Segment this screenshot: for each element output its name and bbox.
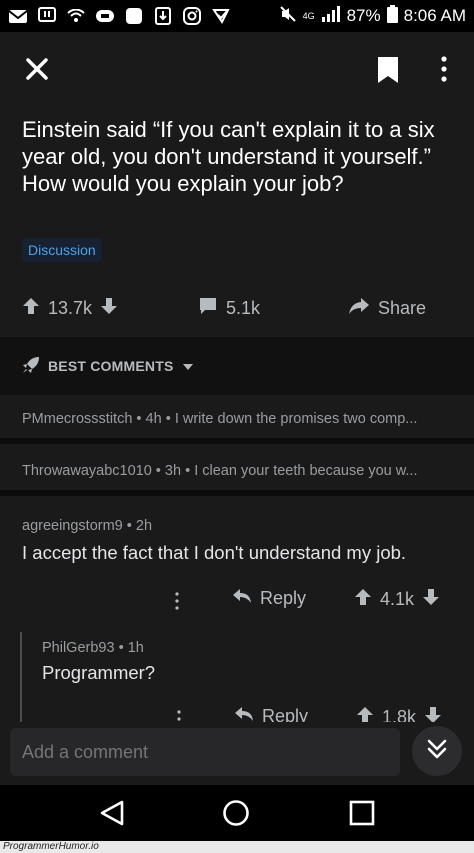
post-flair[interactable]: Discussion	[22, 238, 102, 262]
post-comment-count: 5.1k	[226, 297, 261, 318]
battery-icon	[386, 4, 398, 28]
add-comment-input[interactable]	[10, 728, 400, 776]
comment-bubble-icon	[198, 297, 218, 320]
comment-body: Programmer?	[42, 662, 156, 683]
collapsed-comment[interactable]: PMmecrossstitch • 4h • I write down the …	[0, 400, 474, 444]
back-icon[interactable]	[98, 799, 126, 832]
comment-meta: PhilGerb93 • 1h	[42, 640, 144, 656]
status-bar: 4G 87% 8:06 AM	[0, 0, 474, 32]
signal-icon	[321, 5, 341, 27]
share-label: Share	[378, 297, 427, 318]
downvote-icon[interactable]	[100, 297, 118, 320]
wifi-icon	[66, 7, 86, 25]
post-title: Einstein said “If you can't explain it t…	[22, 117, 435, 196]
comment-vote-count: 4.1k	[380, 589, 415, 609]
clock: 8:06 AM	[403, 6, 466, 25]
comment-composer	[0, 722, 474, 785]
comment-preview: I clean your teeth because you w...	[194, 463, 418, 479]
post-actions: 13.7k 5.1k Share	[0, 287, 474, 329]
download-icon	[153, 7, 173, 25]
comment-author[interactable]: PhilGerb93	[42, 640, 115, 656]
comment-author[interactable]: Throwawayabc1010	[22, 463, 152, 479]
post-vote-control: 13.7k	[22, 297, 118, 320]
double-chevron-down-icon	[425, 737, 449, 766]
close-icon[interactable]	[22, 54, 52, 84]
watermark: ProgrammerHumor.io	[0, 841, 474, 853]
gmail-icon	[8, 7, 28, 25]
reddit-post-view: Einstein said “If you can't explain it t…	[0, 32, 474, 785]
mute-icon	[279, 5, 297, 28]
comment-author[interactable]: agreeingstorm9	[22, 518, 123, 534]
share-button[interactable]: Share	[348, 297, 426, 320]
collapsed-comment[interactable]: Throwawayabc1010 • 3h • I clean your tee…	[0, 452, 474, 496]
comment-age: 2h	[135, 518, 153, 534]
system-nav-bar	[0, 785, 474, 841]
comment-preview: I write down the promises two comp...	[174, 411, 418, 427]
comment-age: 3h	[164, 463, 182, 479]
upvote-icon[interactable]	[22, 297, 40, 320]
sort-label: BEST COMMENTS	[48, 358, 174, 374]
notification-icons	[8, 7, 231, 25]
bookmark-icon[interactable]	[376, 56, 400, 84]
downvote-icon[interactable]	[422, 588, 440, 611]
upvote-icon[interactable]	[354, 588, 372, 611]
post-vote-count: 13.7k	[48, 297, 93, 318]
chevron-down-icon	[182, 358, 194, 374]
network-label: 4G	[302, 10, 315, 21]
system-status: 4G 87% 8:06 AM	[279, 4, 466, 28]
top-bar	[0, 32, 474, 106]
comment-meta: agreeingstorm9 • 2h	[22, 518, 153, 534]
comments-button[interactable]: 5.1k	[198, 297, 260, 320]
home-icon[interactable]	[222, 799, 250, 832]
comment-age: 4h	[145, 411, 162, 427]
comment-age: 1h	[127, 640, 144, 656]
square-app-icon	[124, 7, 144, 25]
comment-author[interactable]: PMmecrossstitch	[22, 411, 132, 427]
next-comment-button[interactable]	[412, 726, 462, 776]
comment-body: I accept the fact that I don't understan…	[22, 542, 407, 563]
recents-icon[interactable]	[349, 800, 375, 831]
share-arrow-icon	[348, 297, 370, 320]
more-options-icon[interactable]	[434, 54, 454, 84]
message-icon	[37, 7, 57, 25]
comment-vote-control: 4.1k	[354, 588, 440, 611]
reply-label: Reply	[260, 588, 307, 608]
rocket-icon	[22, 356, 40, 377]
comment-more-icon[interactable]	[172, 590, 182, 612]
reply-arrow-icon	[232, 588, 252, 609]
camera-icon	[95, 7, 115, 25]
comment-actions: Reply 4.1k	[0, 586, 474, 616]
reply-button[interactable]: Reply	[232, 588, 306, 609]
comment-sort-selector[interactable]: BEST COMMENTS	[0, 337, 474, 395]
battery-percent: 87%	[346, 6, 381, 25]
check-app-icon	[211, 7, 231, 25]
instagram-icon	[182, 7, 202, 25]
